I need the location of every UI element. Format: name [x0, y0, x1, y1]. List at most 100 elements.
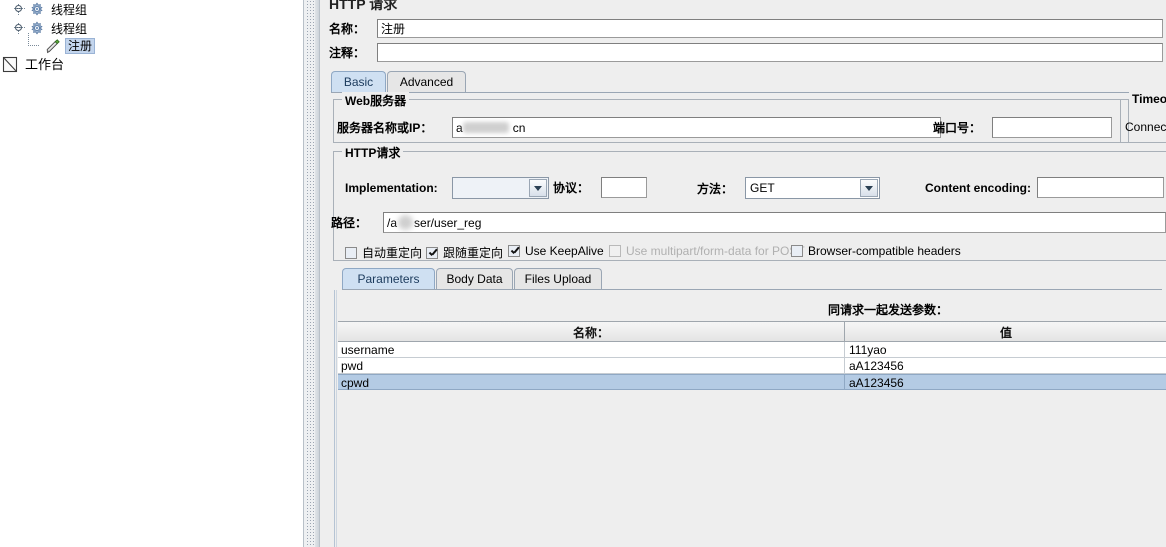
cell-value[interactable]: aA123456	[846, 375, 1166, 390]
http-request-group-label: HTTP请求	[342, 144, 404, 161]
name-row: 名称： 注册	[329, 19, 1166, 38]
main-tabbar[interactable]: Basic Advanced	[331, 71, 1151, 93]
tree-node-label: 线程组	[51, 21, 88, 36]
table-row[interactable]: cpwd aA123456	[338, 374, 1166, 390]
protocol-label: 协议：	[553, 181, 590, 195]
http-request-editor: HTTP 请求 名称： 注册 注释： Basic Advanced Web服务器…	[320, 0, 1166, 547]
name-input[interactable]: 注册	[377, 19, 1163, 38]
path-value-suffix: ser/user_reg	[414, 215, 482, 230]
checkbox-follow-redirect[interactable]	[426, 246, 438, 259]
tree-branch-line	[28, 32, 42, 53]
content-encoding-label: Content encoding:	[925, 180, 1031, 195]
web-server-group-label: Web服务器	[342, 92, 410, 109]
tree-node-label: 注册	[65, 37, 96, 54]
path-input[interactable]: /a ser/user_reg	[383, 212, 1166, 233]
send-parameters-label: 同请求一起发送参数：	[828, 303, 949, 317]
cell-name[interactable]: username	[338, 342, 845, 357]
tab-body-data[interactable]: Body Data	[436, 268, 513, 289]
timeouts-group-label: Timeouts	[1129, 92, 1166, 106]
implementation-label: Implementation:	[345, 181, 438, 195]
tab-basic[interactable]: Basic	[331, 71, 386, 92]
protocol-row: 协议：	[553, 177, 647, 198]
checkbox-multipart	[609, 245, 621, 257]
method-combo[interactable]: GET	[745, 177, 880, 199]
comment-row: 注释：	[329, 43, 1166, 62]
option-label: 自动重定向	[362, 246, 423, 260]
implementation-row: Implementation:	[345, 177, 549, 199]
split-pane-divider[interactable]	[303, 0, 320, 547]
parameters-tabbar[interactable]: Parameters Body Data Files Upload	[342, 268, 1162, 290]
table-header-row: 名称： 值	[338, 321, 1166, 342]
option-label: 跟随重定向	[443, 246, 504, 260]
comment-label: 注释：	[329, 46, 366, 60]
table-panel-border-left	[334, 290, 335, 547]
cell-value[interactable]: 111yao	[846, 342, 1166, 357]
path-label: 路径：	[331, 216, 368, 230]
tab-files-upload[interactable]: Files Upload	[514, 268, 602, 289]
cell-name[interactable]: cpwd	[338, 375, 845, 390]
tree-expand-handle[interactable]	[14, 4, 25, 15]
tree-node-label: 线程组	[51, 2, 88, 17]
cell-name[interactable]: pwd	[338, 358, 845, 373]
option-label: Browser-compatible headers	[808, 244, 961, 258]
path-value-prefix: /a	[387, 215, 398, 230]
tree-node-http-request[interactable]: 注册	[0, 32, 96, 55]
divider-grip	[306, 0, 315, 547]
server-label: 服务器名称或IP：	[337, 121, 433, 135]
tab-advanced[interactable]: Advanced	[387, 71, 466, 92]
option-auto-redirect[interactable]: 自动重定向	[345, 244, 422, 261]
path-value-redacted	[398, 215, 414, 230]
method-value: GET	[750, 181, 775, 195]
http-request-icon	[44, 38, 62, 55]
port-row: 端口号：	[933, 117, 1112, 138]
content-encoding-input[interactable]	[1037, 177, 1164, 198]
option-multipart: Use multipart/form-data for POST	[609, 244, 805, 258]
server-input[interactable]: a cn	[452, 117, 941, 138]
connect-timeout-label: Connec	[1125, 120, 1166, 134]
port-label: 端口号：	[933, 121, 982, 135]
server-row: 服务器名称或IP： a cn	[337, 117, 941, 138]
column-header-name[interactable]: 名称：	[338, 322, 845, 342]
comment-input[interactable]	[377, 43, 1163, 62]
thread-group-icon	[29, 21, 45, 37]
chevron-down-icon[interactable]	[860, 179, 878, 197]
table-empty-area[interactable]	[338, 391, 1166, 547]
workbench-icon	[2, 56, 19, 73]
thread-group-icon	[29, 2, 45, 18]
option-browser-headers[interactable]: Browser-compatible headers	[791, 244, 961, 258]
method-row: 方法： GET	[697, 177, 880, 199]
chevron-down-icon[interactable]	[529, 179, 547, 197]
protocol-input[interactable]	[601, 177, 647, 198]
table-row[interactable]: username 111yao	[338, 342, 1166, 358]
implementation-combo[interactable]	[452, 177, 549, 199]
name-label: 名称：	[329, 22, 366, 36]
cell-value[interactable]: aA123456	[846, 358, 1166, 373]
path-row: 路径： /a ser/user_reg	[331, 212, 1166, 233]
port-input[interactable]	[992, 117, 1112, 138]
option-label: Use multipart/form-data for POST	[626, 244, 805, 258]
server-value-prefix: a	[456, 120, 463, 135]
page-title: HTTP 请求	[329, 0, 398, 12]
server-value-redacted	[462, 122, 509, 133]
checkbox-auto-redirect[interactable]	[345, 246, 357, 259]
column-header-value[interactable]: 值	[846, 322, 1166, 342]
option-follow-redirect[interactable]: 跟随重定向	[426, 244, 503, 261]
content-encoding-row: Content encoding:	[925, 177, 1164, 198]
tab-parameters[interactable]: Parameters	[342, 268, 435, 289]
tree-node-workbench[interactable]: 工作台	[0, 55, 64, 74]
server-value-suffix: cn	[512, 120, 526, 135]
tree-node-thread-group-1[interactable]: 线程组	[0, 0, 87, 19]
checkbox-keepalive[interactable]	[508, 245, 520, 257]
method-label: 方法：	[697, 181, 734, 196]
option-label: Use KeepAlive	[525, 244, 604, 258]
parameters-table[interactable]: 名称： 值 username 111yao pwd aA123456 cpwd …	[338, 321, 1166, 547]
tree-node-label: 工作台	[25, 56, 65, 72]
tree-expand-handle[interactable]	[14, 23, 25, 34]
jmeter-window: 线程组 线程组 注册 工作台 HTTP 请求 名称： 注册 注释： Basic …	[0, 0, 1166, 547]
table-panel-border-left-2	[336, 290, 337, 547]
checkbox-browser-headers[interactable]	[791, 245, 803, 257]
test-plan-tree[interactable]: 线程组 线程组 注册 工作台	[0, 0, 303, 547]
option-keepalive[interactable]: Use KeepAlive	[508, 244, 604, 258]
table-row[interactable]: pwd aA123456	[338, 358, 1166, 374]
divider-shade	[315, 0, 319, 547]
